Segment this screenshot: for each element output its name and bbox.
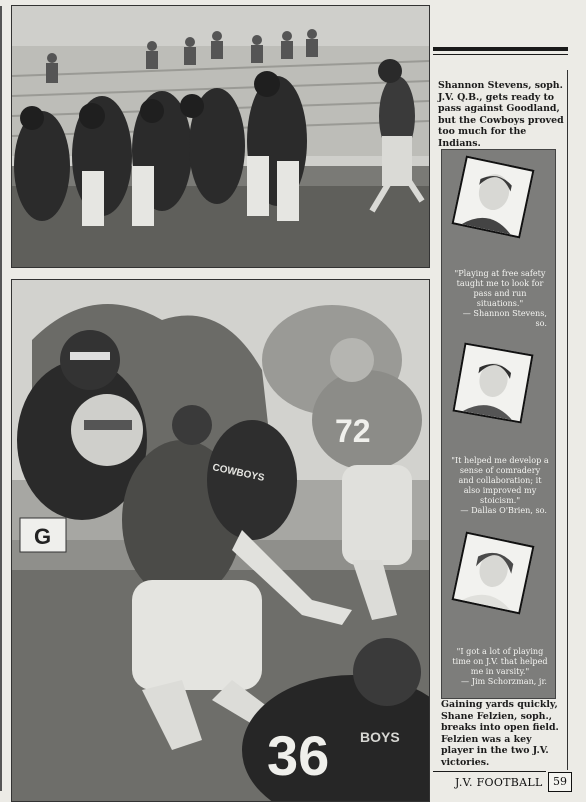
quote-attribution: — Dallas O'Brien, so.: [460, 505, 547, 516]
jersey-number-72: 72: [335, 413, 371, 449]
page-number: 59: [548, 772, 572, 792]
field-sign: G: [34, 524, 51, 549]
right-vertical-rule: [567, 70, 568, 770]
portrait-shannon-stevens: [451, 155, 535, 239]
top-photo: [11, 5, 430, 268]
top-rule-thin: [433, 54, 568, 55]
bottom-photo: G COWBOYS 72 36 BOYS: [11, 279, 430, 802]
quote-attribution: — Jim Schorzman, jr.: [461, 676, 547, 687]
top-photo-caption: Shannon Stevens, soph. J.V. Q.B., gets r…: [438, 80, 564, 149]
quote-text: "I got a lot of playing time on J.V. tha…: [452, 646, 548, 677]
footer-rule: [433, 771, 546, 772]
jersey-number-36: 36: [267, 724, 329, 787]
bottom-photo-caption: Gaining yards quickly, Shane Felzien, so…: [441, 699, 559, 768]
quote-sidebar: "Playing at free safety taught me to loo…: [441, 149, 556, 699]
portrait-dallas-obrien: [452, 342, 534, 424]
quote-text: "Playing at free safety taught me to loo…: [454, 268, 546, 309]
section-title: J.V. FOOTBALL: [455, 776, 543, 789]
quote-jim-schorzman: "I got a lot of playing time on J.V. tha…: [451, 646, 549, 686]
quote-text: "It helped me develop a sense of comrade…: [451, 455, 549, 506]
portrait-jim-schorzman: [451, 531, 535, 615]
quote-dallas-obrien: "It helped me develop a sense of comrade…: [451, 455, 549, 516]
jersey-text-boys: BOYS: [360, 729, 400, 745]
quote-shannon-stevens: "Playing at free safety taught me to loo…: [451, 268, 549, 329]
quote-attribution: — Shannon Stevens, so.: [462, 308, 547, 329]
top-rule: [433, 47, 568, 51]
left-margin-rule: [0, 6, 2, 791]
